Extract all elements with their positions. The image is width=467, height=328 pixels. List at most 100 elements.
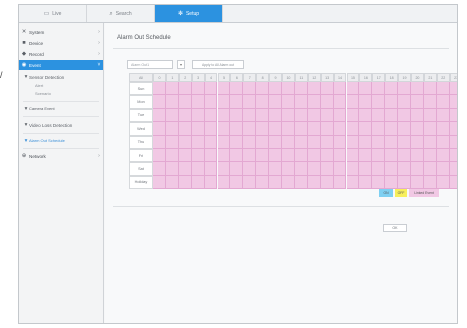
hour-header-cell[interactable]: 10	[282, 73, 295, 82]
schedule-cell[interactable]	[243, 122, 257, 136]
schedule-cell[interactable]	[372, 135, 386, 149]
schedule-cell[interactable]	[449, 135, 457, 149]
schedule-cell[interactable]	[436, 162, 450, 176]
schedule-cell[interactable]	[372, 149, 386, 163]
schedule-cell[interactable]	[243, 149, 257, 163]
schedule-cell[interactable]	[204, 135, 218, 149]
sidebar-item-alert[interactable]: Alert	[19, 82, 103, 89]
schedule-cell[interactable]	[359, 82, 373, 96]
schedule-cell[interactable]	[346, 162, 360, 176]
schedule-cell[interactable]	[153, 149, 166, 163]
day-header-cell[interactable]: Wed	[129, 122, 153, 136]
hour-header-cell[interactable]: 0	[153, 73, 166, 82]
schedule-cell[interactable]	[333, 149, 347, 163]
schedule-cell[interactable]	[204, 162, 218, 176]
schedule-cell[interactable]	[191, 149, 205, 163]
sidebar-item-event[interactable]: ◉ Event ˅	[19, 60, 103, 70]
schedule-cell[interactable]	[230, 175, 244, 190]
schedule-cell[interactable]	[411, 95, 424, 109]
schedule-cell[interactable]	[320, 95, 334, 109]
schedule-cell[interactable]	[204, 122, 218, 136]
schedule-cell[interactable]	[294, 82, 308, 96]
schedule-cell[interactable]	[153, 162, 166, 176]
schedule-cell[interactable]	[282, 162, 295, 176]
schedule-cell[interactable]	[294, 175, 308, 190]
schedule-cell[interactable]	[269, 108, 282, 123]
schedule-cell[interactable]	[256, 162, 270, 176]
schedule-cell[interactable]	[385, 135, 399, 149]
schedule-cell[interactable]	[398, 95, 411, 109]
schedule-cell[interactable]	[269, 135, 282, 149]
schedule-cell[interactable]	[423, 82, 437, 96]
schedule-cell[interactable]	[178, 149, 192, 163]
schedule-cell[interactable]	[333, 82, 347, 96]
schedule-cell[interactable]	[423, 162, 437, 176]
schedule-cell[interactable]	[423, 108, 437, 123]
schedule-cell[interactable]	[282, 122, 295, 136]
schedule-cell[interactable]	[165, 175, 179, 190]
sidebar-item-network[interactable]: ⊕ Network ›	[19, 151, 103, 161]
schedule-cell[interactable]	[243, 162, 257, 176]
schedule-cell[interactable]	[217, 82, 231, 96]
hour-header-cell[interactable]: 2	[178, 73, 192, 82]
schedule-cell[interactable]	[178, 82, 192, 96]
schedule-cell[interactable]	[320, 175, 334, 190]
schedule-cell[interactable]	[436, 135, 450, 149]
schedule-cell[interactable]	[411, 122, 424, 136]
schedule-cell[interactable]	[230, 162, 244, 176]
hour-header-cell[interactable]: 16	[359, 73, 373, 82]
schedule-cell[interactable]	[256, 122, 270, 136]
hour-header-cell[interactable]: 23	[449, 73, 457, 82]
schedule-cell[interactable]	[359, 162, 373, 176]
schedule-cell[interactable]	[385, 122, 399, 136]
schedule-cell[interactable]	[385, 175, 399, 190]
schedule-cell[interactable]	[307, 135, 321, 149]
day-header-cell[interactable]: Sun	[129, 82, 153, 96]
schedule-cell[interactable]	[256, 135, 270, 149]
select-dropdown-button[interactable]: ▾	[177, 60, 185, 69]
schedule-cell[interactable]	[269, 162, 282, 176]
schedule-cell[interactable]	[423, 95, 437, 109]
schedule-cell[interactable]	[320, 82, 334, 96]
schedule-cell[interactable]	[282, 82, 295, 96]
sidebar-item-device[interactable]: ■ Device ›	[19, 38, 103, 48]
hour-header-cell[interactable]: 7	[243, 73, 257, 82]
sidebar-item-record[interactable]: ◆ Record ›	[19, 49, 103, 59]
schedule-cell[interactable]	[178, 162, 192, 176]
schedule-cell[interactable]	[269, 122, 282, 136]
schedule-cell[interactable]	[372, 122, 386, 136]
hour-header-cell[interactable]: 14	[333, 73, 347, 82]
schedule-cell[interactable]	[217, 122, 231, 136]
schedule-cell[interactable]	[411, 149, 424, 163]
schedule-cell[interactable]	[165, 162, 179, 176]
schedule-cell[interactable]	[372, 175, 386, 190]
schedule-cell[interactable]	[385, 82, 399, 96]
schedule-cell[interactable]	[153, 135, 166, 149]
schedule-cell[interactable]	[307, 162, 321, 176]
schedule-cell[interactable]	[449, 122, 457, 136]
hour-header-cell[interactable]: 18	[385, 73, 399, 82]
schedule-cell[interactable]	[178, 175, 192, 190]
schedule-cell[interactable]	[398, 108, 411, 123]
schedule-cell[interactable]	[282, 175, 295, 190]
schedule-cell[interactable]	[320, 135, 334, 149]
tab-setup[interactable]: ✻ Setup	[155, 5, 223, 22]
schedule-cell[interactable]	[346, 82, 360, 96]
schedule-cell[interactable]	[191, 82, 205, 96]
schedule-cell[interactable]	[282, 149, 295, 163]
schedule-cell[interactable]	[449, 108, 457, 123]
schedule-cell[interactable]	[423, 135, 437, 149]
schedule-cell[interactable]	[178, 95, 192, 109]
hour-header-cell[interactable]: 20	[411, 73, 424, 82]
schedule-cell[interactable]	[398, 135, 411, 149]
schedule-cell[interactable]	[204, 108, 218, 123]
schedule-cell[interactable]	[333, 122, 347, 136]
schedule-cell[interactable]	[243, 95, 257, 109]
schedule-cell[interactable]	[320, 122, 334, 136]
schedule-cell[interactable]	[423, 149, 437, 163]
schedule-cell[interactable]	[385, 162, 399, 176]
schedule-cell[interactable]	[398, 175, 411, 190]
schedule-cell[interactable]	[372, 162, 386, 176]
day-header-cell[interactable]: Holiday	[129, 175, 153, 190]
schedule-cell[interactable]	[256, 175, 270, 190]
